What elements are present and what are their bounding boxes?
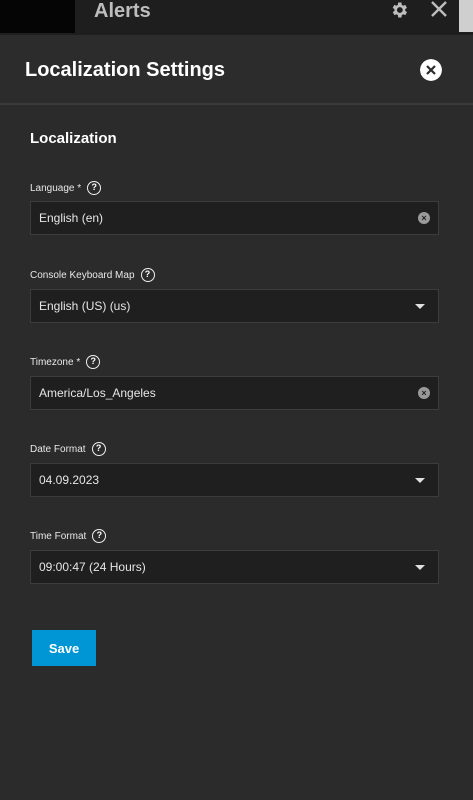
scrollbar[interactable] <box>459 0 473 32</box>
panel-header: Localization Settings <box>0 35 473 105</box>
keyboard-map-select[interactable]: English (US) (us) <box>30 289 439 323</box>
top-bar: Alerts <box>0 0 473 35</box>
help-icon[interactable]: ? <box>91 442 106 456</box>
keyboard-map-label: Console Keyboard Map ? <box>30 268 155 282</box>
app-logo-area <box>0 0 75 33</box>
save-button[interactable]: Save <box>32 630 96 666</box>
chevron-down-icon[interactable] <box>415 477 425 483</box>
field-value: English (en) <box>39 211 104 225</box>
clear-icon[interactable]: × <box>418 212 430 224</box>
help-icon[interactable]: ? <box>92 529 107 543</box>
time-format-select[interactable]: 09:00:47 (24 Hours) <box>30 550 439 584</box>
field-value: English (US) (us) <box>39 299 131 313</box>
field-value: America/Los_Angeles <box>39 386 156 400</box>
timezone-label: Timezone * ? <box>30 355 101 369</box>
chevron-down-icon[interactable] <box>415 564 425 570</box>
field-label: Time Format <box>30 530 87 542</box>
alerts-title: Alerts <box>94 0 151 22</box>
field-value: 09:00:47 (24 Hours) <box>39 560 146 574</box>
field-label: Language <box>30 182 75 194</box>
chevron-down-icon[interactable] <box>415 303 425 309</box>
required-marker: * <box>76 356 81 368</box>
field-label: Timezone <box>30 356 74 368</box>
gear-icon[interactable] <box>388 0 410 20</box>
date-format-label: Date Format ? <box>30 442 106 456</box>
section-title: Localization <box>30 130 117 147</box>
field-label: Console Keyboard Map <box>30 269 135 281</box>
close-circle-icon[interactable] <box>420 59 442 81</box>
help-icon[interactable]: ? <box>87 181 102 195</box>
required-marker: * <box>77 182 82 194</box>
timezone-field[interactable]: America/Los_Angeles × <box>30 376 439 410</box>
clear-icon[interactable]: × <box>418 387 430 399</box>
page-title: Localization Settings <box>25 59 226 81</box>
date-format-select[interactable]: 04.09.2023 <box>30 463 439 497</box>
time-format-label: Time Format ? <box>30 529 107 543</box>
close-icon[interactable] <box>430 0 448 18</box>
language-field[interactable]: English (en) × <box>30 201 439 235</box>
field-value: 04.09.2023 <box>39 473 100 487</box>
field-label: Date Format <box>30 443 86 455</box>
help-icon[interactable]: ? <box>140 268 155 282</box>
language-label: Language * ? <box>30 181 102 195</box>
localization-panel <box>0 35 473 800</box>
help-icon[interactable]: ? <box>86 355 101 369</box>
